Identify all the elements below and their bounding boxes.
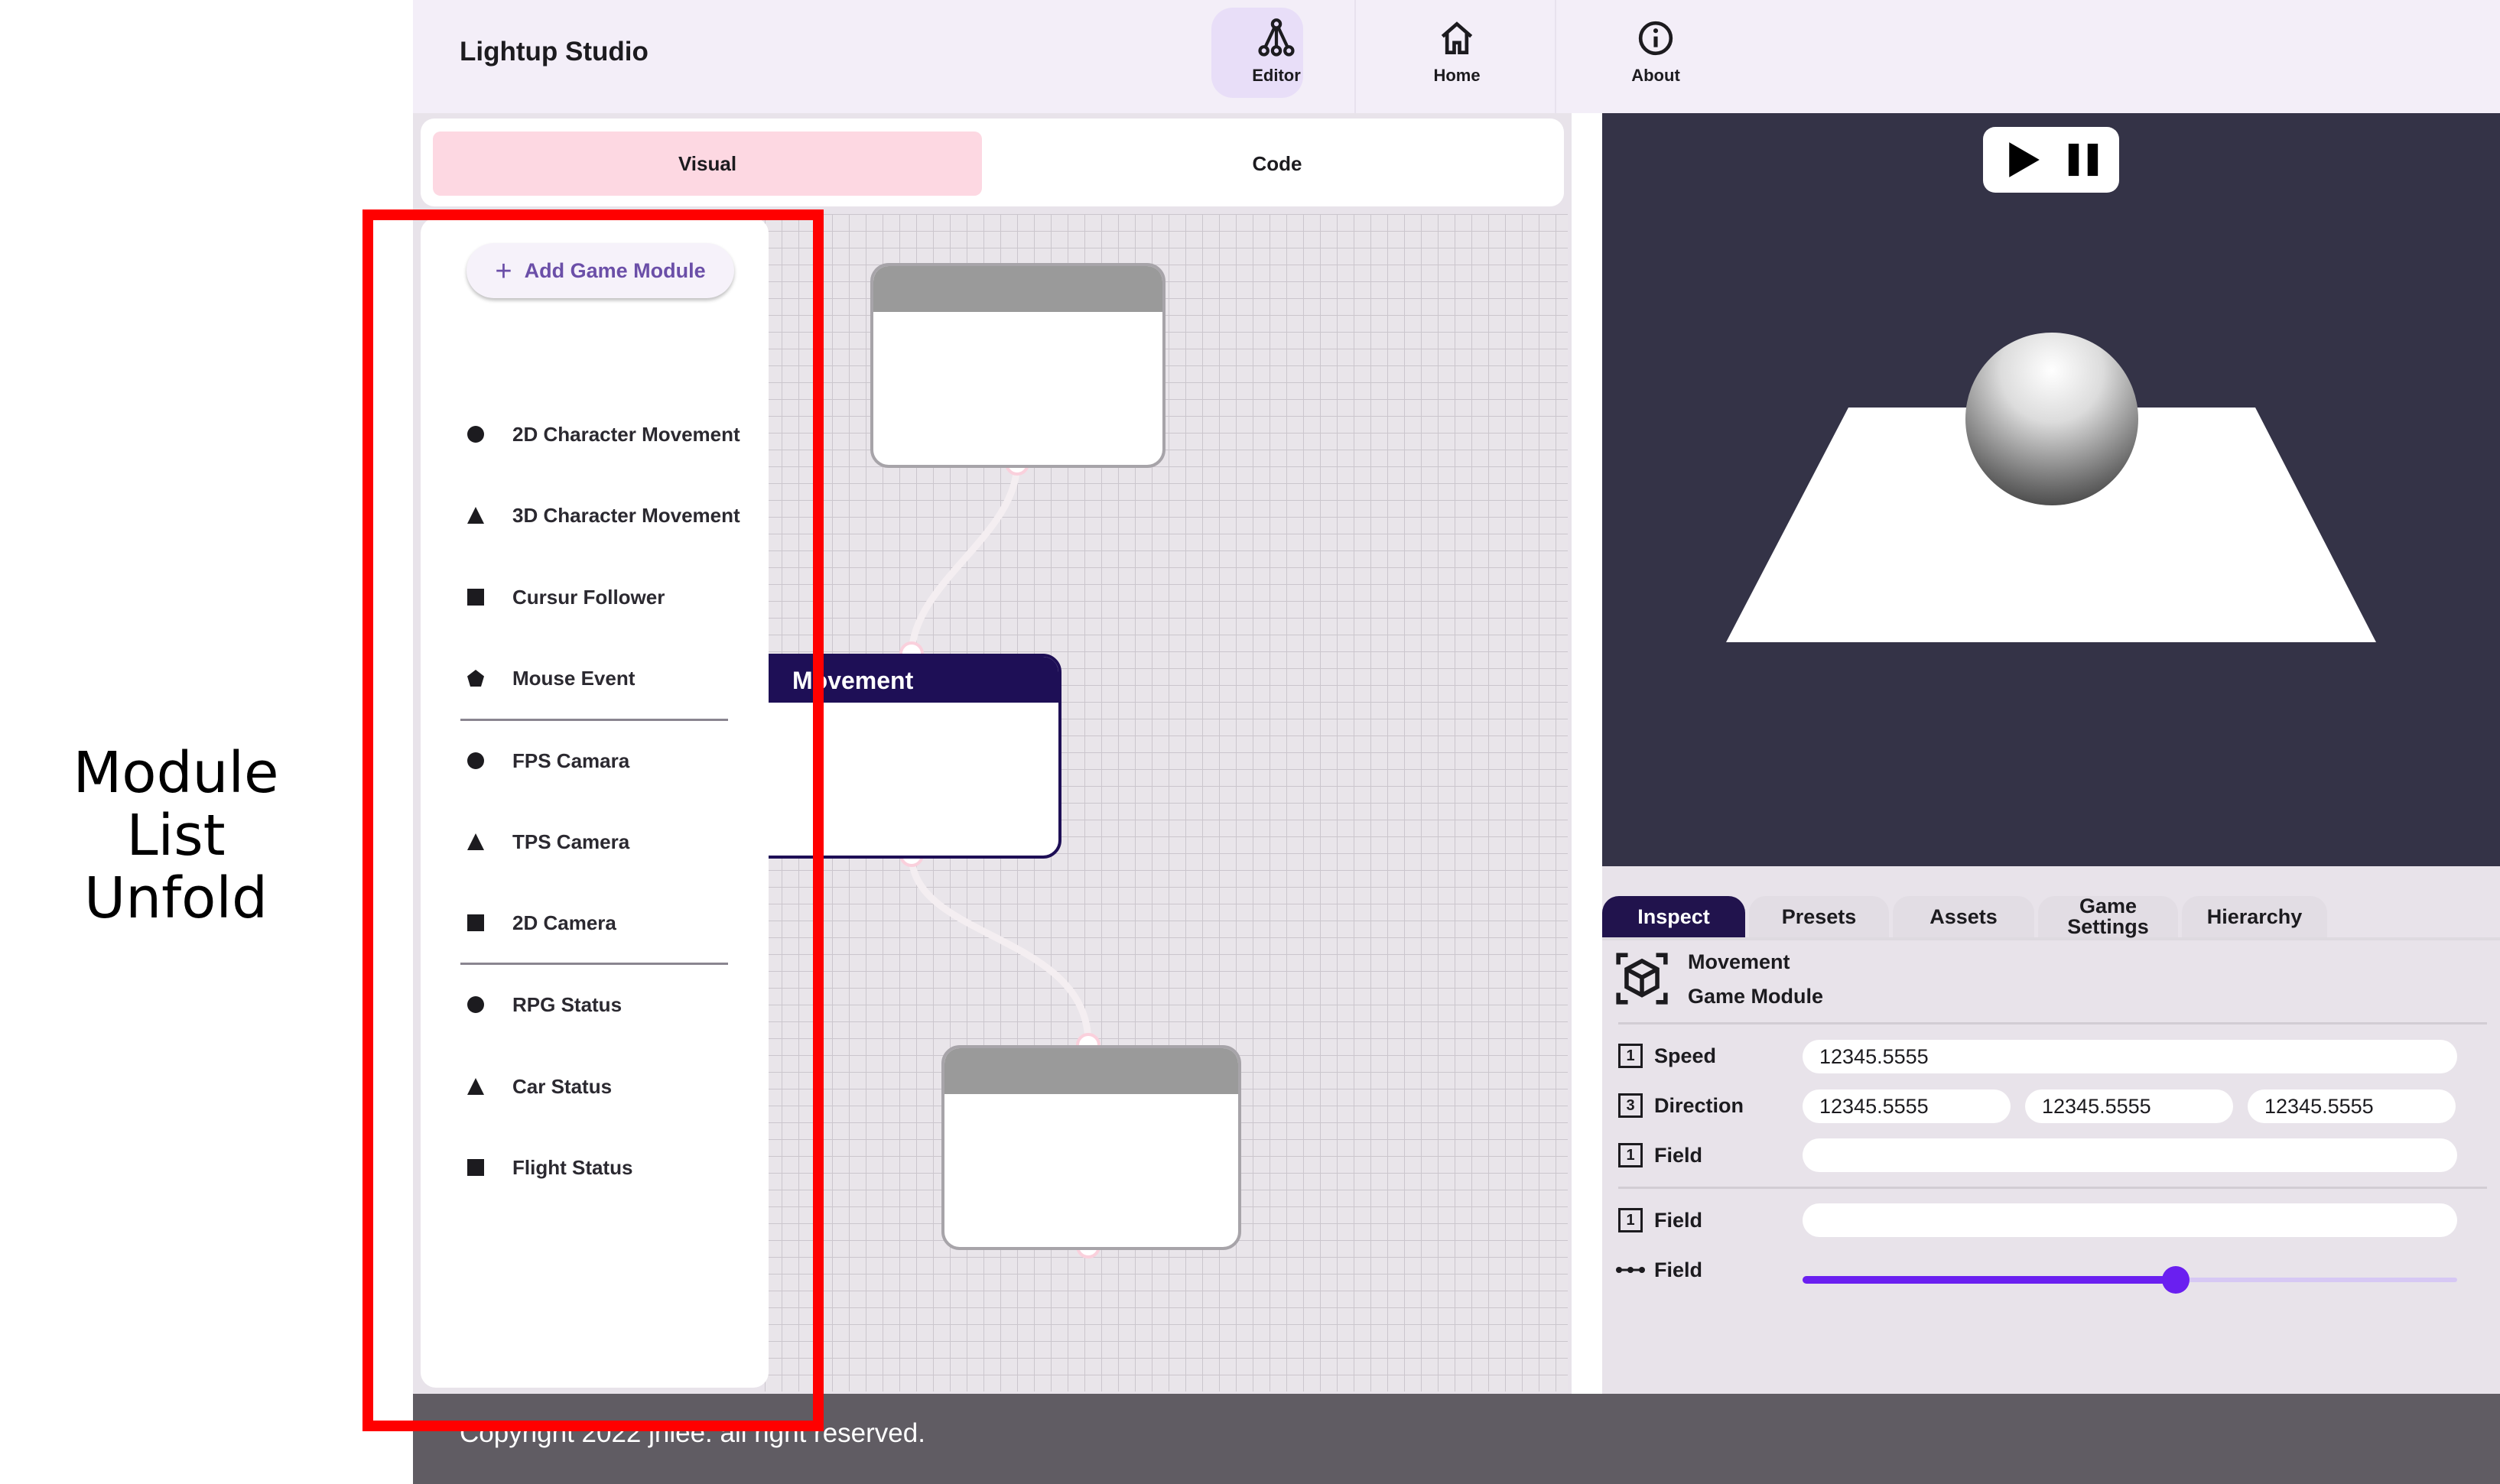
inspector-object-name: Movement: [1688, 950, 1790, 973]
annotation-label: Module List Unfold: [15, 742, 336, 930]
field-input[interactable]: [1803, 1138, 2457, 1172]
tab-inspect[interactable]: Inspect: [1602, 896, 1745, 937]
scene-render: [1726, 333, 2376, 642]
field-label-speed: Speed: [1654, 1044, 1717, 1067]
home-icon: [1441, 21, 1473, 54]
inspector-divider: [1618, 1022, 2487, 1025]
field-input[interactable]: [1803, 1203, 2457, 1237]
nav-about[interactable]: About: [1556, 0, 1755, 113]
inspector-tab-divider: [1602, 937, 2500, 940]
nav-home[interactable]: Home: [1357, 0, 1556, 113]
number-1-icon: 1: [1618, 1208, 1643, 1232]
tab-assets[interactable]: Assets: [1893, 896, 2034, 937]
direction-z-input[interactable]: 12345.5555: [2248, 1089, 2456, 1123]
speed-input[interactable]: 12345.5555: [1803, 1040, 2457, 1073]
nav-home-label: Home: [1433, 66, 1481, 85]
slider-fill: [1803, 1276, 2176, 1284]
playback-controls: [1983, 127, 2119, 193]
info-icon: [1638, 21, 1673, 56]
inspector-divider: [1618, 1187, 2487, 1189]
highlight-box: [362, 209, 824, 1431]
tab-game-settings[interactable]: Game Settings: [2038, 896, 2178, 937]
cube-icon: [1616, 953, 1668, 1005]
nav-divider: [1354, 0, 1356, 113]
nav-editor-label: Editor: [1252, 66, 1301, 85]
game-viewport[interactable]: [1602, 113, 2500, 866]
node-card-top[interactable]: [870, 263, 1165, 468]
editor-tree-icon: [1258, 18, 1295, 57]
annotation-line-2: Unfold: [84, 865, 268, 931]
value-slider[interactable]: [1803, 1262, 2457, 1298]
tab-hierarchy[interactable]: Hierarchy: [2182, 896, 2327, 937]
number-1-icon: 1: [1618, 1044, 1643, 1068]
number-1-icon: 1: [1618, 1143, 1643, 1167]
field-label: Field: [1654, 1209, 1703, 1232]
node-header: [873, 266, 1162, 312]
sphere: [1965, 333, 2138, 505]
tab-code[interactable]: Code: [987, 132, 1568, 196]
nav-about-label: About: [1631, 66, 1680, 85]
node-card-bottom[interactable]: [941, 1045, 1241, 1250]
slider-icon: [1616, 1267, 1645, 1273]
slider-thumb[interactable]: [2161, 1266, 2190, 1294]
field-label: Field: [1654, 1144, 1703, 1167]
tab-visual[interactable]: Visual: [433, 132, 982, 196]
pause-icon[interactable]: [2066, 141, 2101, 179]
play-icon[interactable]: [2004, 141, 2043, 179]
tab-presets[interactable]: Presets: [1749, 896, 1889, 937]
number-3-icon: 3: [1618, 1093, 1643, 1118]
annotation-line-1: Module List: [73, 740, 279, 869]
nav-editor[interactable]: Editor: [1177, 0, 1376, 113]
node-header: [944, 1048, 1238, 1094]
inspector-object-type: Game Module: [1688, 985, 1824, 1008]
tab-game-settings-label: Game Settings: [2067, 895, 2149, 938]
field-label: Field: [1654, 1258, 1703, 1281]
app-title: Lightup Studio: [460, 37, 649, 67]
field-label-direction: Direction: [1654, 1094, 1744, 1117]
direction-x-input[interactable]: 12345.5555: [1803, 1089, 2011, 1123]
inspector-panel: [1602, 866, 2500, 1394]
direction-y-input[interactable]: 12345.5555: [2025, 1089, 2233, 1123]
